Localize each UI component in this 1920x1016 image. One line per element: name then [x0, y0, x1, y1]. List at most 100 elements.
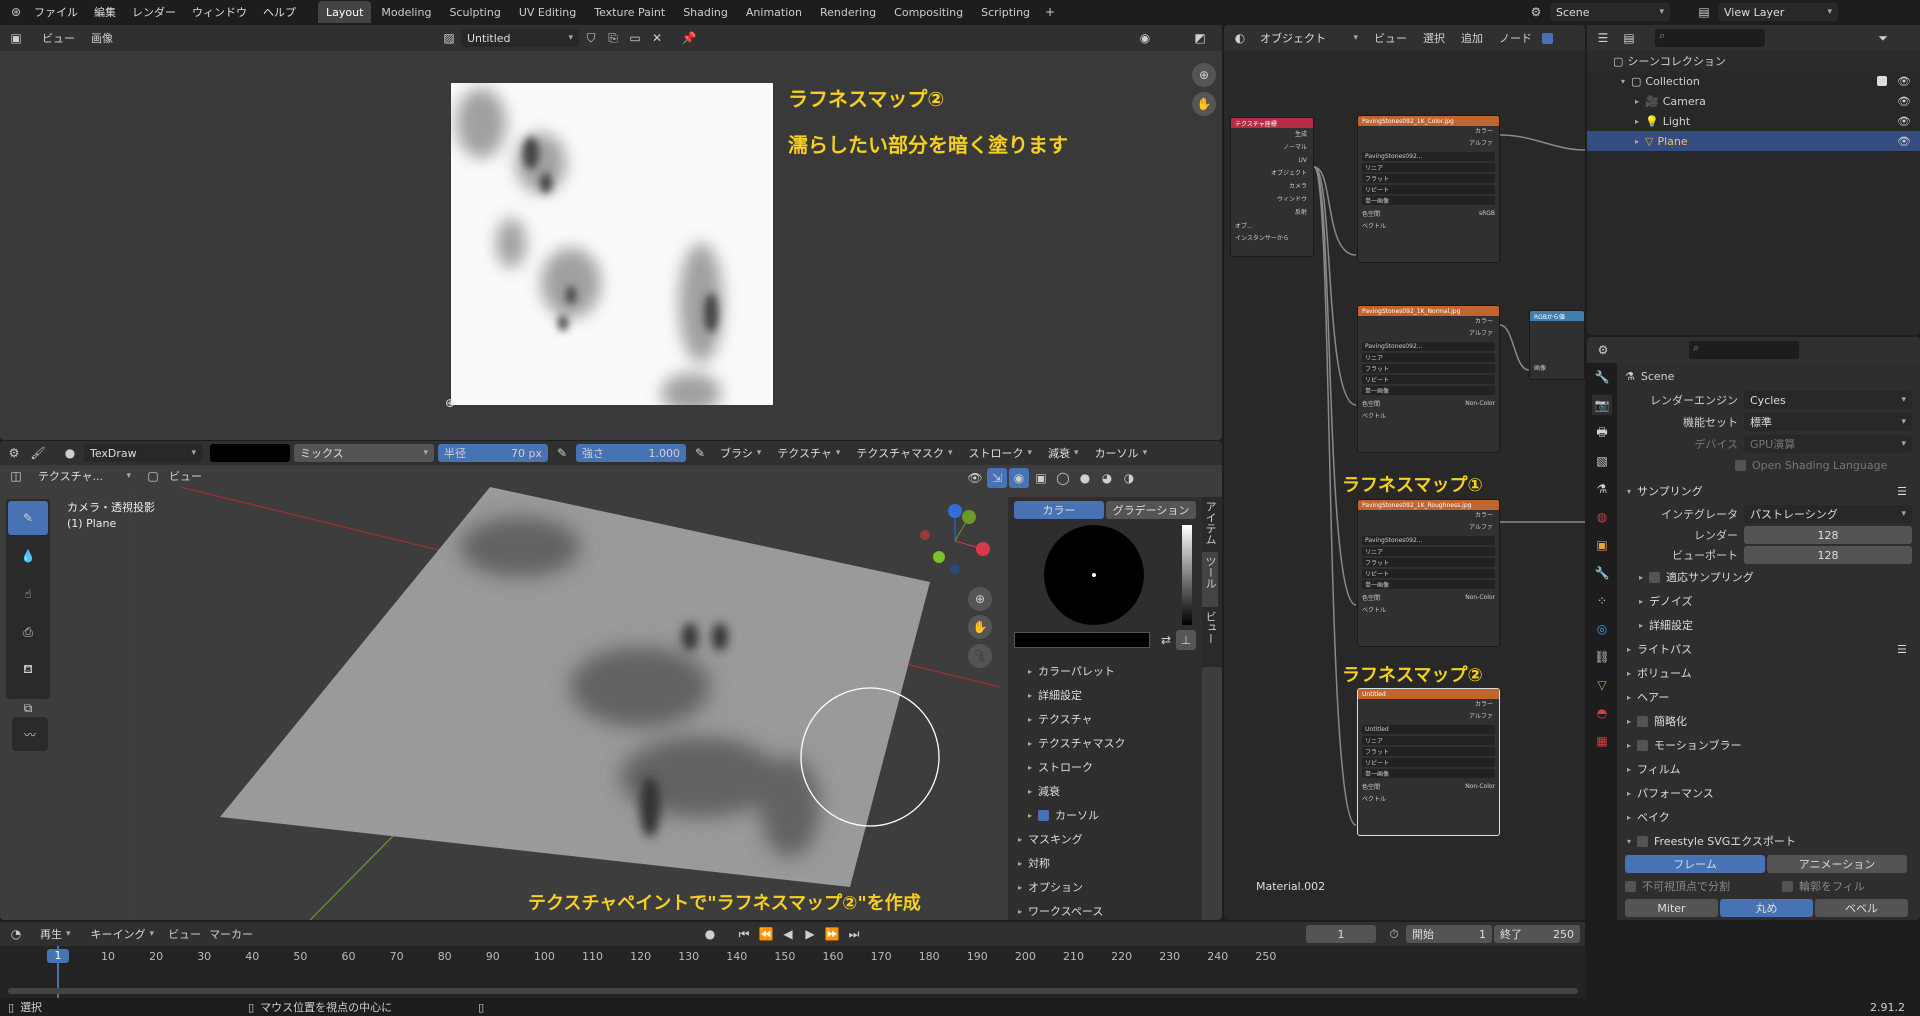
panel-symmetry[interactable]: ▸ 対称 [1008, 851, 1202, 875]
new-image-icon[interactable]: ⎘ [603, 28, 623, 48]
colorspace-value[interactable]: Non-Color [1465, 594, 1495, 601]
animation-mode-button[interactable]: アニメーション [1767, 855, 1907, 873]
tab-compositing[interactable]: Compositing [886, 1, 971, 23]
sub-panel-stroke[interactable]: ▸ ストローク [1008, 755, 1202, 779]
freestyle-svg-checkbox[interactable] [1637, 835, 1648, 847]
extension-dropdown[interactable]: リピート [1362, 375, 1495, 384]
rendered-shading-icon[interactable]: ◑ [1119, 468, 1139, 488]
color-history[interactable] [1014, 632, 1150, 648]
menu-file[interactable]: ファイル [26, 4, 86, 20]
blender-logo-icon[interactable]: ⊛ [6, 2, 26, 22]
image-node-roughness-img[interactable]: PavingStones092... [1362, 536, 1495, 545]
view-layer-selector[interactable]: View Layer [1718, 3, 1838, 21]
brush-menu[interactable]: ブラシ [714, 444, 767, 462]
projection-dropdown[interactable]: フラット [1362, 747, 1495, 756]
strength-pressure-icon[interactable]: ✎ [690, 443, 710, 463]
panel-motion-blur[interactable]: ▸ モーションブラー [1617, 733, 1920, 757]
prev-key-icon[interactable]: ⏪ [756, 924, 776, 944]
sub-panel-texture[interactable]: ▸ テクスチャ [1008, 707, 1202, 731]
list-icon[interactable]: ☰ [1897, 643, 1907, 656]
projection-dropdown[interactable]: フラット [1362, 364, 1495, 373]
particles-props-icon[interactable]: ⁘ [1592, 591, 1612, 611]
eye-icon[interactable]: 👁 [1897, 135, 1911, 148]
join-bevel-button[interactable]: ベベル [1815, 899, 1908, 917]
sub-panel-texture-mask[interactable]: ▸ テクスチャマスク [1008, 731, 1202, 755]
editor-type-icon[interactable]: ▣ [6, 28, 26, 48]
interp-dropdown[interactable]: リニア [1362, 353, 1495, 362]
panel-simplify[interactable]: ▸ 簡略化 [1617, 709, 1920, 733]
tool-icon[interactable]: ⚙ [4, 443, 24, 463]
color-wheel[interactable] [1044, 525, 1144, 625]
radius-slider[interactable]: 半径 70 px [438, 444, 548, 462]
tab-sculpting[interactable]: Sculpting [441, 1, 508, 23]
colorspace-value[interactable]: sRGB [1479, 210, 1495, 217]
canvas-icon[interactable]: ▢ [143, 466, 163, 486]
menu-window[interactable]: ウィンドウ [184, 4, 255, 20]
panel-masking[interactable]: ▸ マスキング [1008, 827, 1202, 851]
tool-tab[interactable]: ツール [1202, 552, 1218, 607]
open-image-icon[interactable]: ▭ [625, 28, 645, 48]
filter-icon[interactable]: ⏷ [1873, 28, 1893, 48]
collection-checkbox[interactable] [1877, 76, 1887, 86]
solid-shading-icon[interactable]: ● [1075, 468, 1095, 488]
scene-props-icon[interactable]: ⚗ [1592, 479, 1612, 499]
outliner-camera[interactable]: ▸ 🎥 Camera 👁 [1587, 91, 1920, 111]
play-icon[interactable]: ▶ [800, 924, 820, 944]
color-tab[interactable]: カラー [1014, 501, 1104, 519]
timeline-scrollbar[interactable] [8, 988, 1578, 994]
value-slider[interactable] [1182, 525, 1192, 625]
image-node-normal-img[interactable]: PavingStones092... [1362, 342, 1495, 351]
colorspace-value[interactable]: Non-Color [1465, 400, 1495, 407]
panel-sampling[interactable]: ▾ サンプリング ☰ [1617, 479, 1920, 503]
constraints-props-icon[interactable]: ⛓ [1592, 647, 1612, 667]
eye-icon[interactable]: 👁 [1897, 95, 1911, 108]
sub-panel-advanced-sampling[interactable]: ▸ 詳細設定 [1617, 613, 1920, 637]
texture-menu[interactable]: テクスチャ [771, 444, 846, 462]
falloff-menu[interactable]: 減衰 [1042, 444, 1085, 462]
texture-props-icon[interactable]: ▦ [1592, 731, 1612, 751]
scene-selector[interactable]: Scene [1550, 3, 1670, 21]
mode-dropdown[interactable]: テクスチャ... [32, 467, 137, 485]
colorspace-value[interactable]: Non-Color [1465, 783, 1495, 790]
interp-dropdown[interactable]: リニア [1362, 547, 1495, 556]
timeline-type-icon[interactable]: ◔ [6, 924, 26, 944]
outliner-search-input[interactable]: ⌕ [1655, 29, 1765, 47]
projection-dropdown[interactable]: フラット [1362, 174, 1495, 183]
outliner-plane[interactable]: ▸ ▽ Plane 👁 [1587, 131, 1920, 151]
start-frame-field[interactable]: 開始 1 [1406, 925, 1492, 943]
feature-set-dropdown[interactable]: 標準 [1744, 413, 1912, 431]
jump-end-icon[interactable]: ⏭ [844, 924, 864, 944]
split-invisible-checkbox[interactable] [1625, 880, 1636, 892]
zoom-icon[interactable]: ⊕ [1192, 63, 1216, 87]
fake-user-icon[interactable]: ⛉ [581, 28, 601, 48]
next-key-icon[interactable]: ⏩ [822, 924, 842, 944]
panel-bake[interactable]: ▸ ベイク [1617, 805, 1920, 829]
adaptive-checkbox[interactable] [1649, 571, 1660, 583]
marker-menu[interactable]: マーカー [209, 926, 253, 942]
panel-freestyle-svg[interactable]: ▾ Freestyle SVGエクスポート [1617, 829, 1920, 853]
tool-props-icon[interactable]: 🔧 [1592, 367, 1612, 387]
simplify-checkbox[interactable] [1637, 715, 1648, 727]
data-props-icon[interactable]: ▽ [1592, 675, 1612, 695]
tab-shading[interactable]: Shading [675, 1, 736, 23]
rgb-to-bw-node[interactable]: RGBから値 画像 [1529, 310, 1585, 380]
integrator-dropdown[interactable]: パストレーシング [1744, 505, 1912, 523]
panel-film[interactable]: ▸ フィルム [1617, 757, 1920, 781]
world-props-icon[interactable]: ◍ [1592, 507, 1612, 527]
tab-texture-paint[interactable]: Texture Paint [586, 1, 673, 23]
display-mode-icon[interactable]: ▤ [1619, 28, 1639, 48]
sub-panel-advanced[interactable]: ▸ 詳細設定 [1008, 683, 1202, 707]
extension-dropdown[interactable]: リピート [1362, 569, 1495, 578]
timeline-track[interactable]: 1 10 20 30 40 50 60 70 80 90 100 110 120 130 140 150 16… [0, 946, 1585, 998]
cursor-menu[interactable]: カーソル [1089, 444, 1154, 462]
timeline-view-menu[interactable]: ビュー [168, 926, 201, 942]
panel-options[interactable]: ▸ オプション [1008, 875, 1202, 899]
sample-color-icon[interactable]: ⊥ [1176, 630, 1196, 650]
playback-menu[interactable]: 再生 [34, 925, 77, 943]
device-dropdown[interactable]: GPU演算 [1744, 435, 1912, 453]
sub-panel-adaptive[interactable]: ▸ 適応サンプリング [1617, 565, 1920, 589]
gizmo-toggle-icon[interactable]: ⇲ [987, 468, 1007, 488]
extension-dropdown[interactable]: リピート [1362, 758, 1495, 767]
blend-mode-dropdown[interactable]: ミックス [294, 444, 434, 462]
interp-dropdown[interactable]: リニア [1362, 736, 1495, 745]
